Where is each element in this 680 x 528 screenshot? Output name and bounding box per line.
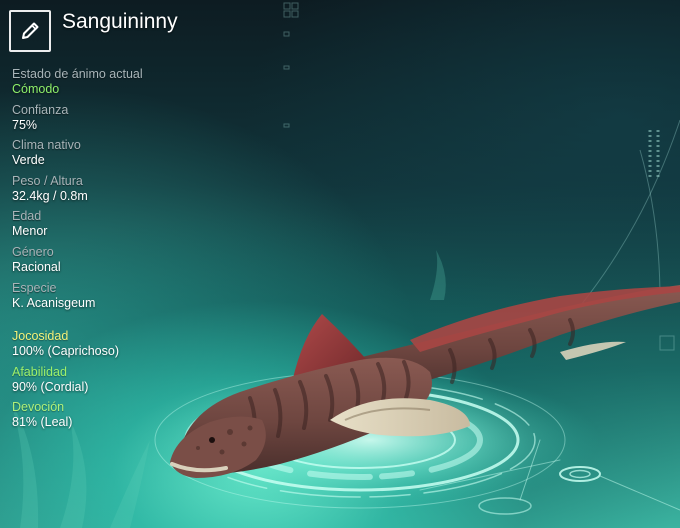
devotion-value: 81% (Leal) [12, 415, 73, 430]
climate-value: Verde [12, 153, 45, 168]
personality-traits-panel: Jocosidad 100% (Caprichoso) Afabilidad 9… [12, 329, 232, 436]
gender-label: Género [12, 244, 54, 259]
confidence-value: 75% [12, 117, 38, 132]
playfulness-value: 100% (Caprichoso) [12, 344, 119, 358]
devotion-label: Devoción [12, 400, 65, 415]
creature-profile-screen: Sanguininny Estado de ánimo actual Cómod… [0, 0, 680, 528]
species-value: K. Acanisgeum [12, 295, 96, 310]
kindness-value: 90% (Cordial) [12, 379, 89, 394]
mood-value: Cómodo [12, 82, 60, 96]
playfulness-label: Jocosidad [12, 329, 69, 343]
age-value: Menor [12, 224, 48, 239]
gender-value: Racional [12, 259, 61, 274]
pencil-icon [19, 20, 41, 42]
climate-label: Clima nativo [12, 138, 81, 153]
age-label: Edad [12, 209, 42, 224]
confidence-label: Confianza [12, 102, 69, 117]
edit-name-button[interactable] [9, 10, 51, 52]
creature-stats-panel: Estado de ánimo actual Cómodo Confianza … [12, 67, 232, 316]
weight-height-label: Peso / Altura [12, 173, 83, 188]
kindness-label: Afabilidad [12, 364, 67, 379]
mood-label: Estado de ánimo actual [12, 67, 143, 81]
weight-height-value: 32.4kg / 0.8m [12, 188, 88, 203]
species-label: Especie [12, 280, 57, 295]
creature-name: Sanguininny [62, 10, 178, 33]
